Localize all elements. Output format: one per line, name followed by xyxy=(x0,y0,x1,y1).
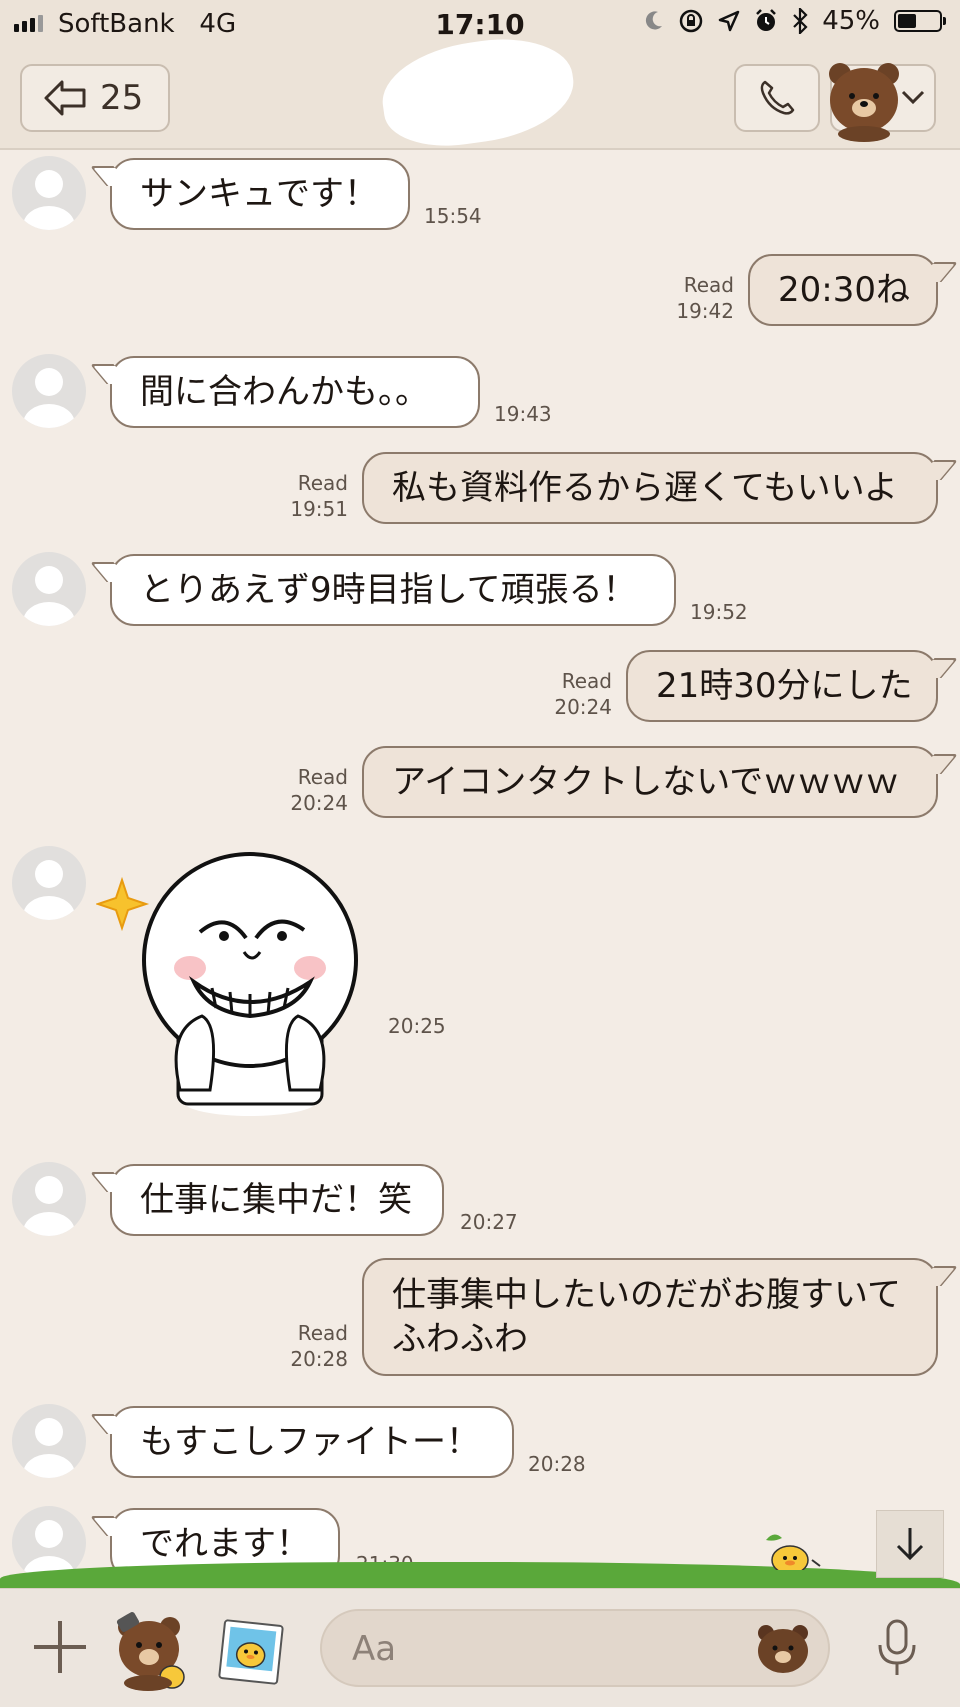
phone-icon xyxy=(760,80,795,115)
message-time: 19:42 xyxy=(676,299,734,323)
message-text: ふわふわ xyxy=(392,1319,528,1359)
message-bubble[interactable]: 私も資料作るから遅くてもいいよ xyxy=(362,452,938,524)
message-text: 21時30分にした xyxy=(656,666,913,706)
read-receipt: Read xyxy=(561,669,612,693)
message-text: サンキュです！ xyxy=(140,174,378,214)
input-placeholder: Aa xyxy=(352,1629,397,1669)
chick-decoration xyxy=(766,1534,821,1570)
message-meta: Read 19:51 xyxy=(270,470,348,522)
message-text: 20:30ね xyxy=(778,270,910,310)
contact-avatar[interactable] xyxy=(12,846,86,920)
emoji-icon[interactable] xyxy=(754,1621,812,1675)
message-text: 私も資料作るから遅くてもいいよ xyxy=(392,468,898,508)
message-text: とりあえず9時目指して頑張る！ xyxy=(140,570,637,610)
message-text: アイコンタクトしないでｗｗｗｗ xyxy=(392,762,900,802)
read-receipt: Read xyxy=(683,273,734,297)
status-icons: 45% xyxy=(644,6,946,36)
chat-header: 25 xyxy=(0,29,960,155)
message-meta: Read 20:24 xyxy=(270,764,348,816)
message-bubble[interactable]: もすこしファイトー！ xyxy=(110,1406,514,1478)
chevron-down-icon xyxy=(901,90,925,105)
microphone-icon[interactable] xyxy=(872,1617,922,1679)
message-text: もすこしファイトー！ xyxy=(140,1422,480,1462)
message-bubble[interactable]: 20:30ね xyxy=(748,254,938,326)
message-time: 20:28 xyxy=(528,1452,586,1476)
alarm-icon xyxy=(756,9,777,31)
call-button[interactable] xyxy=(734,64,820,132)
message-time: 20:24 xyxy=(290,791,348,815)
contact-avatar[interactable] xyxy=(12,354,86,428)
battery-percent: 45% xyxy=(822,6,880,36)
message-time: 20:28 xyxy=(290,1347,348,1371)
sticker-icon[interactable] xyxy=(114,1611,194,1691)
message-time: 19:52 xyxy=(690,600,748,624)
message-time: 20:25 xyxy=(388,1014,446,1038)
message-meta: Read 20:28 xyxy=(270,1320,348,1372)
photo-icon[interactable] xyxy=(216,1619,286,1685)
read-receipt: Read xyxy=(297,765,348,789)
message-input[interactable]: Aa xyxy=(320,1609,830,1687)
bluetooth-icon xyxy=(793,8,808,34)
contact-avatar[interactable] xyxy=(12,552,86,626)
moon-icon xyxy=(646,11,663,30)
message-text: 仕事に集中だ！笑 xyxy=(140,1180,412,1220)
message-bubble[interactable]: 仕事に集中だ！笑 xyxy=(110,1164,444,1236)
message-meta: Read 20:24 xyxy=(534,668,612,720)
read-receipt: Read xyxy=(297,471,348,495)
location-icon xyxy=(718,10,740,32)
message-text: 仕事集中したいのだがお腹すいて xyxy=(392,1275,901,1315)
message-bubble[interactable]: 21時30分にした xyxy=(626,650,938,722)
message-time: 20:27 xyxy=(460,1210,518,1234)
contact-avatar[interactable] xyxy=(12,156,86,230)
contact-avatar[interactable] xyxy=(12,1162,86,1236)
message-input-bar: Aa xyxy=(0,1588,960,1707)
unread-count: 25 xyxy=(100,78,144,118)
back-button[interactable]: 25 xyxy=(20,64,170,132)
chat-title-redacted xyxy=(375,29,581,155)
message-list[interactable]: サンキュです！ 15:54 Read 19:42 20:30ね 間に合わんかも。… xyxy=(0,150,960,1588)
message-bubble[interactable]: サンキュです！ xyxy=(110,158,410,230)
message-bubble[interactable]: 間に合わんかも。。 xyxy=(110,356,480,428)
sticker-message[interactable] xyxy=(96,840,366,1120)
message-time: 15:54 xyxy=(424,204,482,228)
back-arrow-icon xyxy=(44,80,86,116)
message-time: 19:51 xyxy=(290,497,348,521)
battery-icon xyxy=(894,10,946,32)
arrow-down-icon xyxy=(896,1528,924,1561)
chat-menu-button[interactable] xyxy=(829,63,936,142)
message-bubble[interactable]: とりあえず9時目指して頑張る！ xyxy=(110,554,676,626)
message-bubble[interactable]: 仕事集中したいのだがお腹すいて ふわふわ xyxy=(362,1258,938,1376)
scroll-to-bottom-button[interactable] xyxy=(876,1510,944,1578)
message-text: 間に合わんかも。。 xyxy=(140,372,429,412)
message-bubble[interactable]: アイコンタクトしないでｗｗｗｗ xyxy=(362,746,938,818)
rotation-lock-icon xyxy=(679,9,703,33)
message-time: 20:24 xyxy=(554,695,612,719)
message-time: 19:43 xyxy=(494,402,552,426)
read-receipt: Read xyxy=(297,1321,348,1345)
bear-avatar-icon xyxy=(829,63,899,142)
sparkle-icon xyxy=(96,876,150,932)
contact-avatar[interactable] xyxy=(12,1404,86,1478)
plus-icon[interactable] xyxy=(30,1617,90,1677)
message-meta: Read 19:42 xyxy=(660,272,734,324)
message-text: でれます！ xyxy=(140,1524,310,1564)
